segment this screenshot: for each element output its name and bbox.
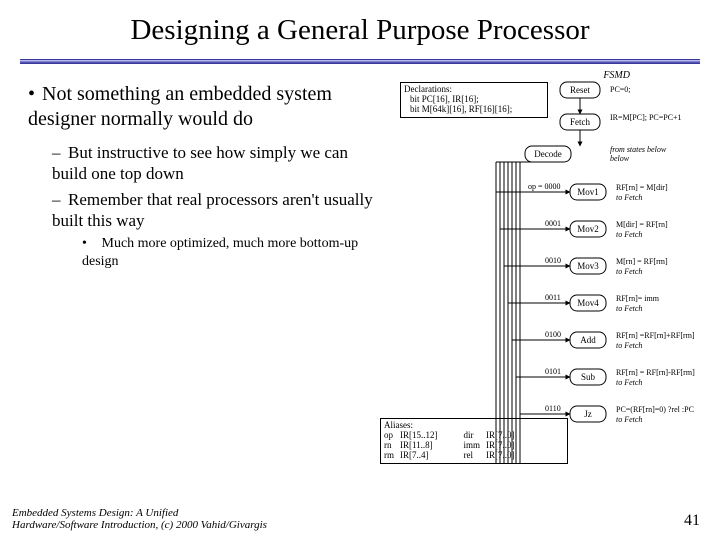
svg-text:0100: 0100 (545, 330, 561, 339)
svg-text:0011: 0011 (545, 293, 561, 302)
svg-text:Fetch: Fetch (570, 117, 590, 127)
slide-title: Designing a General Purpose Processor (0, 0, 720, 47)
svg-text:0001: 0001 (545, 219, 561, 228)
svg-text:to Fetch: to Fetch (616, 193, 642, 202)
svg-text:Reset: Reset (570, 85, 590, 95)
state-sub: 0101 Sub RF[rn] = RF[rn]-RF[rm] to Fetch (516, 367, 695, 387)
svg-text:RF[rn] = RF[rn]-RF[rm]: RF[rn] = RF[rn]-RF[rm] (616, 368, 695, 377)
svg-text:Sub: Sub (581, 372, 596, 382)
state-mov4: 0011 Mov4 RF[rn]= imm to Fetch (508, 293, 660, 313)
svg-text:Decode: Decode (534, 149, 561, 159)
state-mov1: op = 0000 Mov1 RF[rn] = M[dir] to Fetch (496, 182, 668, 202)
svg-text:RF[rn]= imm: RF[rn]= imm (616, 294, 660, 303)
svg-text:to Fetch: to Fetch (616, 378, 642, 387)
svg-text:from states below: from states below (610, 145, 667, 154)
svg-text:Mov1: Mov1 (577, 187, 599, 197)
svg-text:Mov2: Mov2 (577, 224, 599, 234)
bullet-list: •Not something an embedded system design… (28, 82, 383, 270)
svg-text:PC=(RF[rn]=0) ?rel :PC: PC=(RF[rn]=0) ?rel :PC (616, 405, 694, 414)
svg-text:0101: 0101 (545, 367, 561, 376)
svg-text:IR=M[PC]; PC=PC+1: IR=M[PC]; PC=PC+1 (610, 113, 682, 122)
state-mov3: 0010 Mov3 M[rn] = RF[rm] to Fetch (504, 256, 668, 276)
svg-text:M[rn] = RF[rm]: M[rn] = RF[rm] (616, 257, 668, 266)
svg-text:op = 0000: op = 0000 (528, 182, 561, 191)
svg-text:Jz: Jz (584, 409, 592, 419)
state-jz: 0110 Jz PC=(RF[rn]=0) ?rel :PC to Fetch (520, 404, 694, 424)
bullet-2b: Remember that real processors aren't usu… (52, 190, 373, 230)
bullet-1: Not something an embedded system designe… (28, 83, 332, 130)
svg-text:PC=0;: PC=0; (610, 85, 631, 94)
svg-text:to Fetch: to Fetch (616, 341, 642, 350)
fsmd-diagram: Reset PC=0; Fetch IR=M[PC]; PC=PC+1 Deco… (400, 74, 710, 469)
svg-text:below: below (610, 154, 630, 163)
page-number: 41 (684, 512, 700, 530)
bullet-2a: But instructive to see how simply we can… (52, 143, 348, 183)
svg-text:to Fetch: to Fetch (616, 267, 642, 276)
svg-text:Mov3: Mov3 (577, 261, 599, 271)
state-mov2: 0001 Mov2 M[dir] = RF[rn] to Fetch (500, 219, 668, 239)
bullet-3: Much more optimized, much more bottom-up… (82, 236, 358, 269)
state-add: 0100 Add RF[rn] =RF[rn]+RF[rm] to Fetch (512, 330, 695, 350)
svg-text:Mov4: Mov4 (577, 298, 599, 308)
svg-text:Add: Add (580, 335, 596, 345)
footer-citation: Embedded Systems Design: A Unified Hardw… (12, 507, 267, 532)
svg-text:RF[rn] = M[dir]: RF[rn] = M[dir] (616, 183, 668, 192)
svg-text:to Fetch: to Fetch (616, 230, 642, 239)
svg-text:M[dir] = RF[rn]: M[dir] = RF[rn] (616, 220, 668, 229)
svg-text:RF[rn] =RF[rn]+RF[rm]: RF[rn] =RF[rn]+RF[rm] (616, 331, 695, 340)
svg-text:0010: 0010 (545, 256, 561, 265)
svg-text:0110: 0110 (545, 404, 561, 413)
svg-text:to Fetch: to Fetch (616, 415, 642, 424)
svg-text:to Fetch: to Fetch (616, 304, 642, 313)
